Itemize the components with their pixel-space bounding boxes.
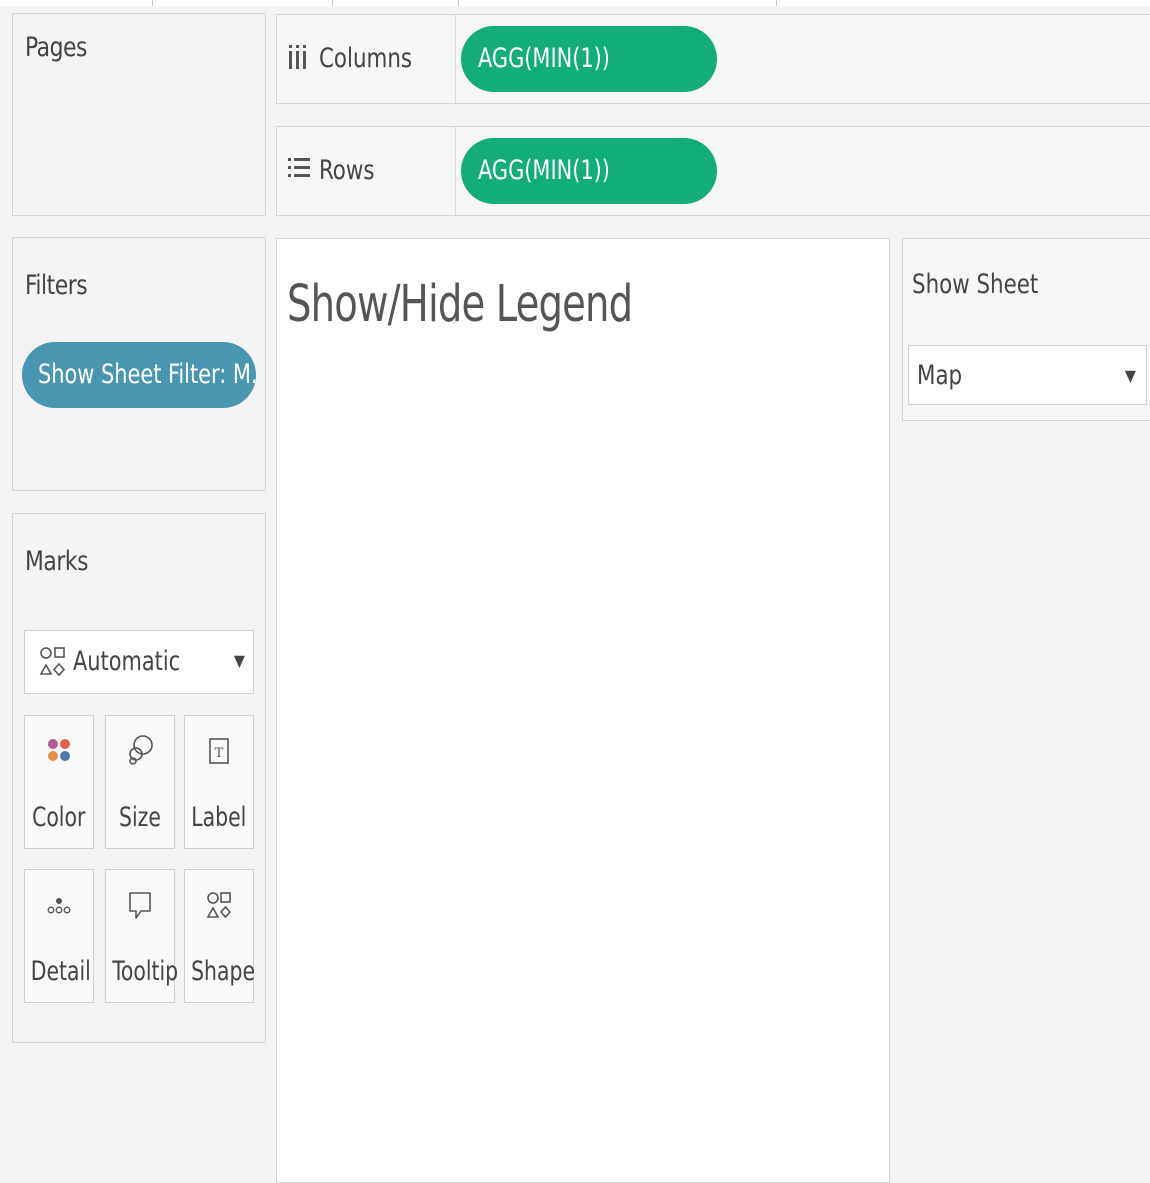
columns-label-area: Columns (277, 15, 456, 103)
pages-title: Pages (25, 32, 87, 63)
top-toolbar-strip (0, 0, 1150, 6)
color-icon (25, 732, 93, 782)
show-sheet-dropdown[interactable]: Map ▼ (908, 345, 1147, 405)
chevron-down-icon: ▼ (233, 651, 245, 670)
tooltip-button[interactable]: Tooltip (105, 869, 179, 1003)
sheet-title: Show/Hide Legend (287, 275, 633, 334)
filters-title: Filters (25, 270, 88, 301)
show-sheet-parameter-card: Show Sheet Map ▼ (902, 238, 1150, 421)
tooltip-icon (106, 886, 174, 936)
rows-shelf-icon (287, 153, 311, 190)
label-label: Label (191, 802, 247, 833)
columns-measure-pill[interactable]: AGG(MIN(1)) (461, 26, 717, 92)
marks-title: Marks (25, 546, 89, 577)
view-canvas[interactable]: Show/Hide Legend (276, 238, 890, 1183)
label-icon: T (185, 732, 253, 782)
color-label: Color (32, 802, 86, 833)
columns-label: Columns (319, 43, 413, 74)
rows-label: Rows (319, 155, 375, 186)
columns-shelf-icon (287, 41, 309, 78)
marks-card: Marks Automatic ▼ Color Size T Label Det… (12, 513, 266, 1043)
size-icon (106, 732, 174, 782)
rows-measure-pill[interactable]: AGG(MIN(1)) (461, 138, 717, 204)
automatic-mark-icon (39, 641, 67, 683)
detail-label: Detail (30, 956, 91, 987)
detail-icon (25, 886, 93, 936)
shape-icon (185, 886, 253, 936)
filters-shelf[interactable]: Filters Show Sheet Filter: M.. (12, 237, 266, 491)
color-button[interactable]: Color (24, 715, 94, 849)
detail-button[interactable]: Detail (24, 869, 94, 1003)
parameter-title: Show Sheet (912, 269, 1039, 300)
svg-text:T: T (215, 746, 224, 761)
size-label: Size (119, 802, 161, 833)
mark-type-label: Automatic (73, 646, 181, 677)
columns-shelf[interactable]: Columns AGG(MIN(1)) (276, 14, 1150, 104)
pages-shelf[interactable]: Pages (12, 13, 266, 216)
label-button[interactable]: T Label (184, 715, 254, 849)
tooltip-label: Tooltip (112, 956, 179, 987)
rows-label-area: Rows (277, 127, 456, 215)
shape-label: Shape (191, 956, 256, 987)
shape-button[interactable]: Shape (184, 869, 256, 1003)
parameter-value: Map (917, 360, 963, 391)
mark-type-dropdown[interactable]: Automatic ▼ (24, 630, 254, 694)
size-button[interactable]: Size (105, 715, 175, 849)
rows-shelf[interactable]: Rows AGG(MIN(1)) (276, 126, 1150, 216)
chevron-down-icon: ▼ (1124, 366, 1136, 385)
filter-pill[interactable]: Show Sheet Filter: M.. (22, 342, 256, 408)
